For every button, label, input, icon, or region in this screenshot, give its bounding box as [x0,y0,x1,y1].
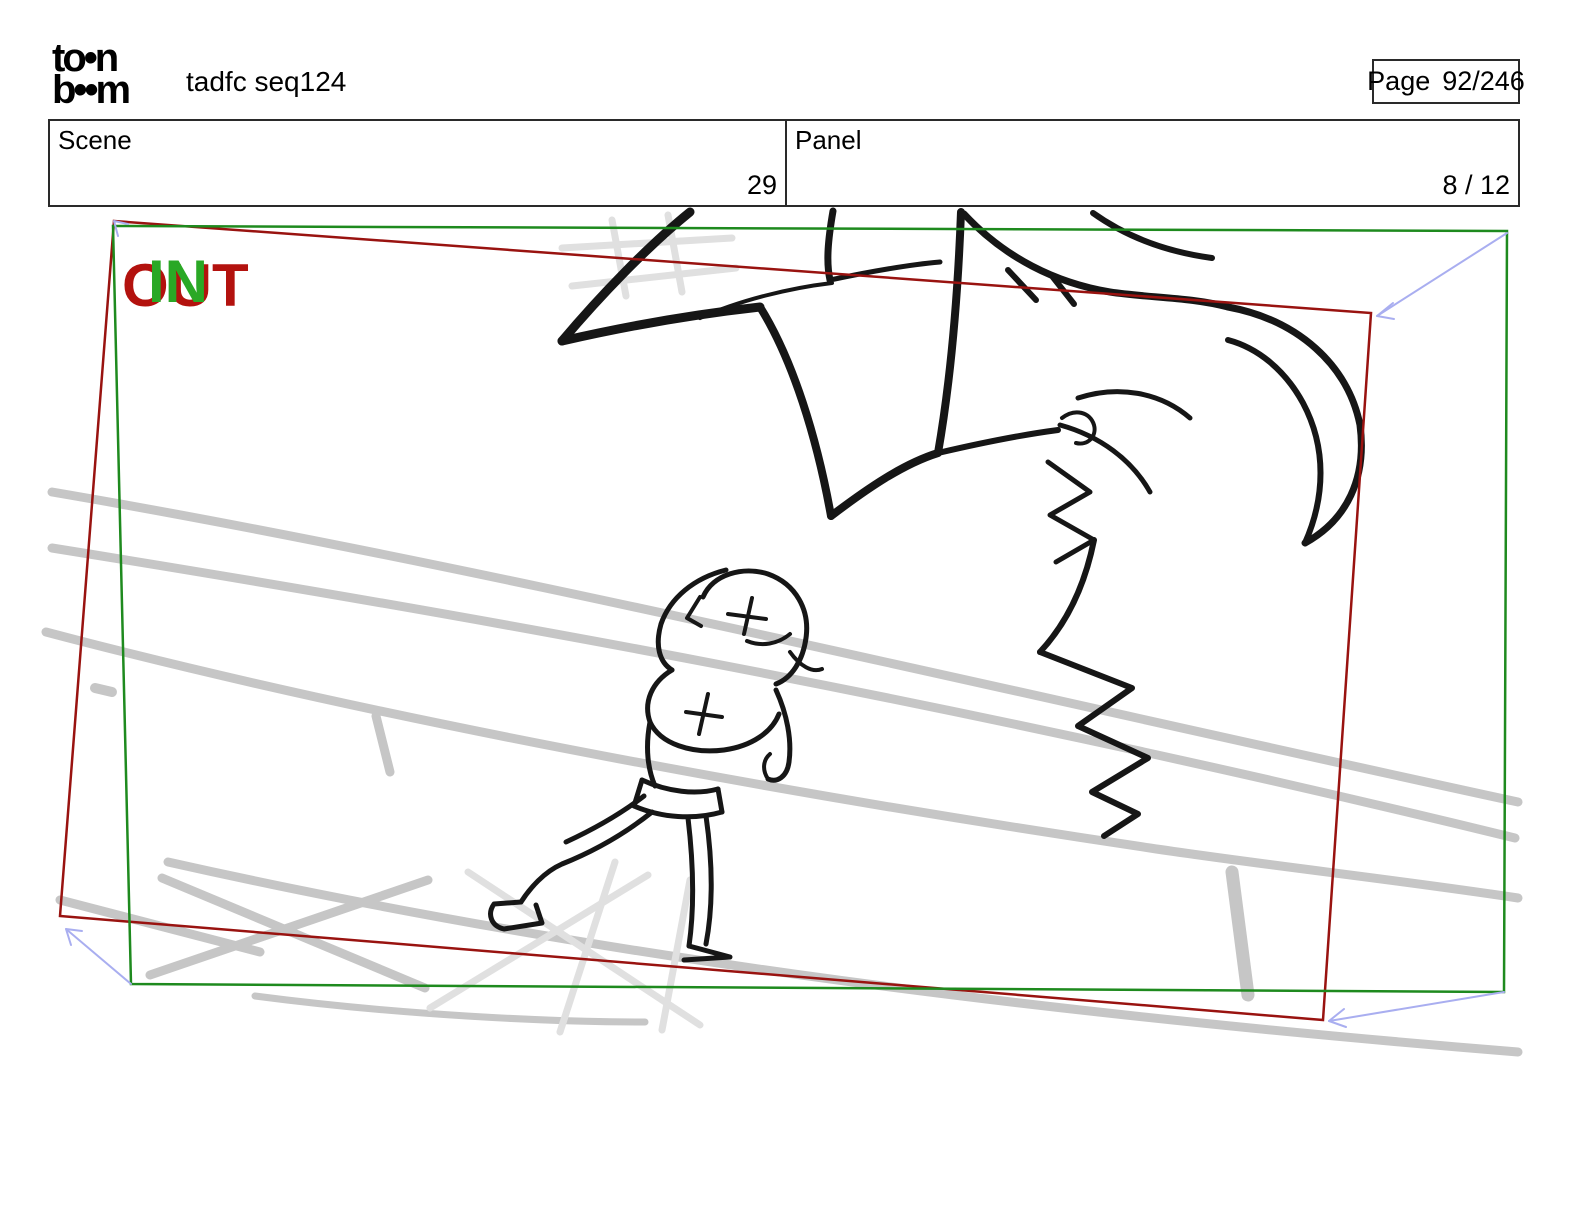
camera-frame-in [113,226,1507,992]
camera-move-arrows [66,221,1507,1027]
in-label: IN [148,248,208,315]
perspective-guides [46,492,1518,1052]
panel-artwork: OUT IN [0,0,1584,1224]
storyboard-page: to•n b••m tadfc seq124 Page 92/246 Scene… [0,0,1584,1224]
sketch-drawing [491,211,1362,960]
